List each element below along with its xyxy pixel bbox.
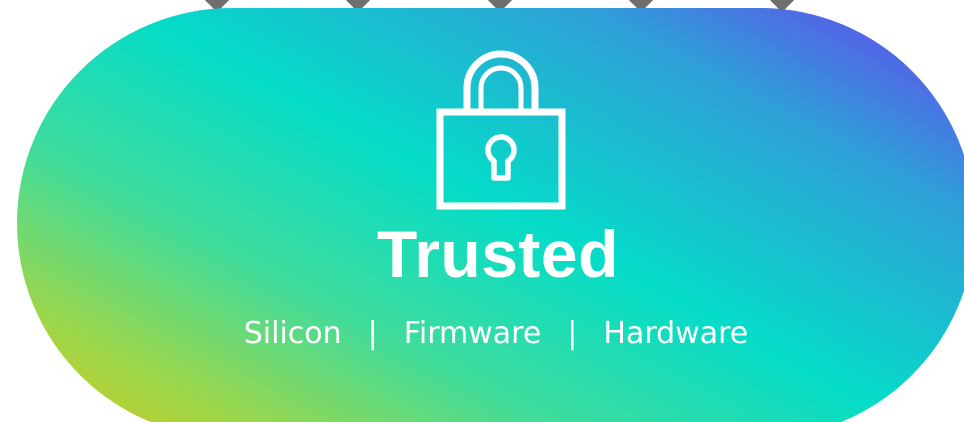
subtitle-separator: | [367,316,378,351]
banner-title: Trusted [377,217,619,291]
subtitle-item-firmware: Firmware [403,316,542,351]
trusted-banner: Trusted Silicon | Firmware | Hardware [0,0,964,422]
lock-icon [436,50,566,210]
subtitle-item-silicon: Silicon [243,316,342,351]
subtitle-separator: | [567,316,578,351]
banner-subtitle: Silicon | Firmware | Hardware [0,312,964,356]
subtitle-item-hardware: Hardware [603,316,749,351]
